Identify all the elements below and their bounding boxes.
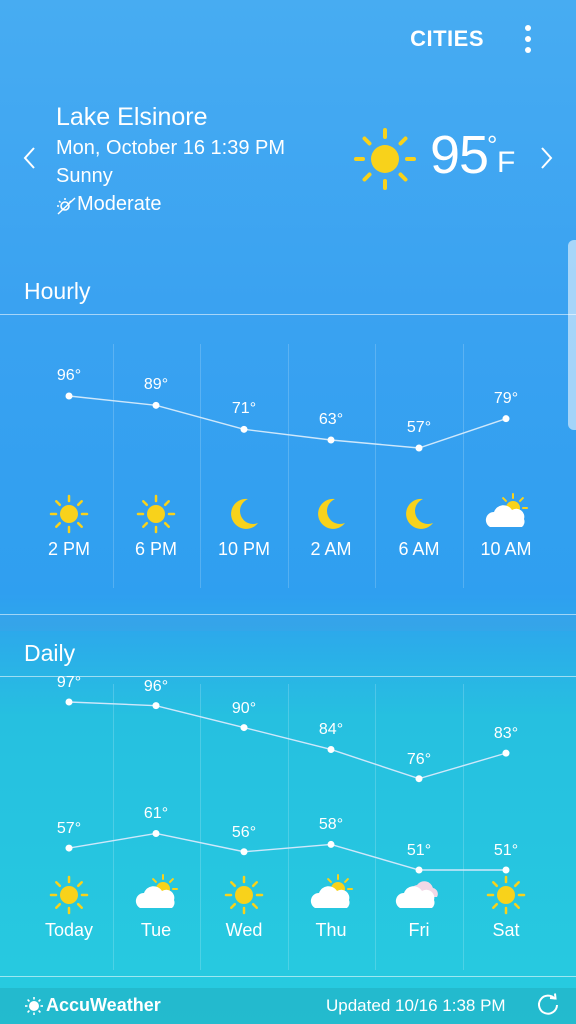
temperature-point [415, 866, 423, 874]
cloudy-icon [395, 881, 438, 908]
hourly-time-label: 2 PM [47, 539, 91, 559]
sun-icon [224, 875, 264, 915]
hourly-temp-label: 89° [143, 376, 169, 394]
temperature-point [240, 425, 248, 433]
moon-icon [231, 498, 258, 529]
weather-condition: Sunny [56, 165, 113, 187]
sun-icon [136, 494, 176, 534]
temperature-point [65, 844, 73, 852]
daily-day-label: Fri [408, 920, 430, 940]
hourly-time-label: 6 AM [398, 539, 440, 559]
partly-cloudy-icon [485, 493, 528, 527]
hourly-temp-label: 57° [406, 419, 432, 436]
date-time: Mon, October 16 1:39 PM [56, 137, 286, 159]
daily-day-label: Sat [492, 920, 520, 940]
uv-index-icon [57, 196, 76, 215]
accuweather-sun-icon [25, 996, 43, 1015]
hourly-time-label: 10 PM [217, 539, 271, 559]
uv-index: Moderate [56, 193, 162, 216]
temperature-point [327, 436, 335, 444]
temperature-point [152, 401, 160, 409]
daily-high-label: 97° [56, 674, 82, 691]
hourly-temp-label: 71° [231, 400, 257, 418]
daily-low-label: 56° [231, 823, 257, 841]
partly-cloudy-icon [310, 874, 353, 908]
hourly-forecast[interactable]: 96° 2 PM 89° 6 PM 71° 10 PM 63° 2 AM 57° 6 AM 79° 1… [0, 344, 576, 588]
temperature-point [327, 745, 335, 753]
sun-icon [354, 128, 416, 190]
temperature-point [240, 724, 248, 732]
hourly-time-label: 2 AM [310, 539, 352, 559]
daily-day-label: Wed [225, 920, 263, 940]
partly-cloudy-icon [135, 874, 178, 908]
temperature-point [502, 749, 510, 757]
temperature-unit[interactable]: F [497, 146, 515, 180]
sun-icon [486, 875, 526, 915]
daily-forecast[interactable]: 97° 57° Today 96° 61° Tue 90° 56° Wed 84° 58° Thu 76… [0, 674, 576, 976]
daily-low-label: 51° [493, 842, 519, 859]
hourly-divider [0, 314, 576, 315]
hourly-time-label: 10 AM [480, 539, 532, 559]
daily-low-label: 51° [406, 842, 432, 859]
temperature-point [240, 848, 248, 856]
daily-header-band [0, 615, 576, 631]
temperature-point [65, 698, 73, 706]
temperature-point [502, 866, 510, 874]
daily-high-label: 90° [231, 699, 257, 717]
more-vert-icon[interactable] [524, 25, 532, 55]
sun-icon [49, 494, 89, 534]
temperature-point [327, 840, 335, 848]
chevron-right-icon[interactable] [538, 144, 554, 172]
daily-high-label: 76° [406, 750, 432, 768]
refresh-icon[interactable] [536, 993, 560, 1017]
daily-low-line [68, 832, 506, 871]
daily-divider [0, 676, 576, 677]
daily-low-label: 57° [56, 820, 82, 838]
updated-time: Updated 10/16 1:38 PM [326, 996, 506, 1015]
daily-high-label: 83° [493, 725, 519, 743]
temperature-point [502, 415, 510, 423]
moon-icon [318, 498, 345, 529]
daily-high-label: 84° [318, 721, 344, 739]
daily-high-label: 96° [143, 677, 169, 695]
footer-divider [0, 976, 576, 977]
daily-low-label: 61° [143, 805, 169, 823]
degree-symbol: ° [487, 130, 498, 160]
hourly-temp-label: 63° [318, 411, 344, 428]
uv-label: Moderate [77, 193, 162, 215]
current-temperature: 95 [430, 125, 489, 185]
temperature-point [152, 702, 160, 710]
temperature-point [415, 444, 423, 452]
daily-low-label: 58° [318, 816, 344, 834]
hourly-temperature-line [68, 395, 507, 449]
daily-high-line [68, 701, 507, 780]
city-name: Lake Elsinore [56, 103, 208, 131]
brand-label: AccuWeather [46, 995, 161, 1015]
chevron-left-icon[interactable] [22, 144, 38, 172]
hourly-time-label: 6 PM [134, 539, 178, 559]
accuweather-logo[interactable]: AccuWeather [24, 995, 161, 1016]
cities-button[interactable]: CITIES [410, 26, 484, 52]
daily-day-label: Today [44, 920, 94, 940]
daily-day-label: Tue [140, 920, 172, 940]
moon-icon [406, 498, 433, 529]
daily-title: Daily [24, 640, 76, 666]
temperature-point [65, 392, 73, 400]
hourly-temp-label: 96° [56, 367, 82, 384]
temperature-point [415, 775, 423, 783]
temperature-point [152, 829, 160, 837]
hourly-title: Hourly [24, 278, 91, 304]
hourly-temp-label: 79° [493, 389, 519, 407]
daily-day-label: Thu [315, 920, 347, 940]
sun-icon [49, 875, 89, 915]
